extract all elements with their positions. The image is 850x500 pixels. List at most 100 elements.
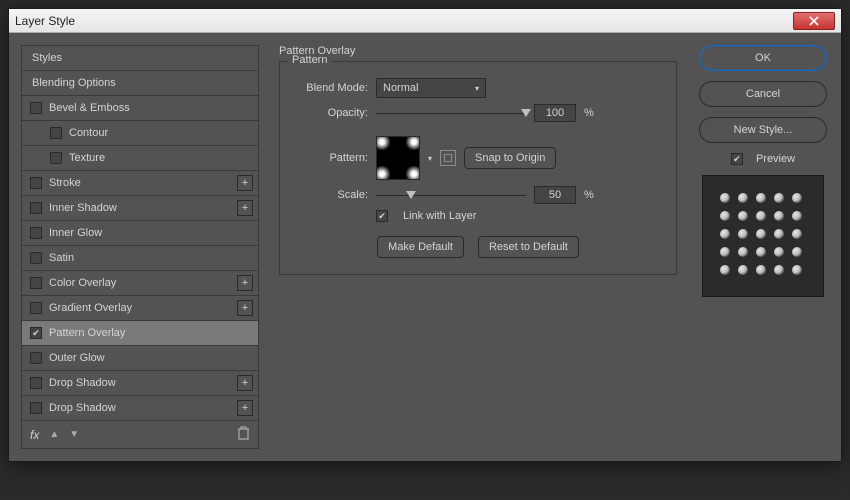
- checkbox[interactable]: [50, 127, 62, 139]
- close-button[interactable]: [793, 12, 835, 30]
- effect-outer-glow[interactable]: Outer Glow: [22, 346, 258, 371]
- effect-label: Drop Shadow: [49, 377, 116, 389]
- checkbox[interactable]: [30, 327, 42, 339]
- preview-checkbox[interactable]: [731, 153, 743, 165]
- move-up-icon[interactable]: ▲: [49, 429, 59, 440]
- effect-label: Drop Shadow: [49, 402, 116, 414]
- create-pattern-icon[interactable]: [440, 150, 456, 166]
- checkbox[interactable]: [30, 252, 42, 264]
- scale-label: Scale:: [292, 189, 368, 201]
- preview-label: Preview: [756, 153, 795, 165]
- dialog-title: Layer Style: [15, 14, 793, 28]
- opacity-unit: %: [584, 107, 594, 119]
- preview-toggle[interactable]: Preview: [731, 153, 795, 165]
- effect-contour[interactable]: Contour: [22, 121, 258, 146]
- blend-mode-label: Blend Mode:: [292, 82, 368, 94]
- panel-title: Pattern Overlay: [279, 45, 677, 57]
- group-legend: Pattern: [288, 54, 331, 66]
- trash-icon[interactable]: [237, 426, 250, 443]
- checkbox[interactable]: [30, 302, 42, 314]
- link-checkbox[interactable]: [376, 210, 388, 222]
- add-effect-icon[interactable]: [237, 200, 253, 216]
- checkbox[interactable]: [30, 177, 42, 189]
- styles-header[interactable]: Styles: [22, 46, 258, 71]
- blending-options-header[interactable]: Blending Options: [22, 71, 258, 96]
- preview-pattern: [720, 193, 806, 279]
- effect-bevel-emboss[interactable]: Bevel & Emboss: [22, 96, 258, 121]
- checkbox[interactable]: [30, 202, 42, 214]
- ok-button[interactable]: OK: [699, 45, 827, 71]
- add-effect-icon[interactable]: [237, 300, 253, 316]
- layer-style-dialog: Layer Style Styles Blending Options Beve…: [8, 8, 842, 462]
- effect-label: Stroke: [49, 177, 81, 189]
- checkbox[interactable]: [30, 102, 42, 114]
- style-list: Styles Blending Options Bevel & Emboss C…: [21, 45, 259, 449]
- scale-input[interactable]: [534, 186, 576, 204]
- make-default-button[interactable]: Make Default: [377, 236, 464, 258]
- checkbox[interactable]: [30, 402, 42, 414]
- checkbox[interactable]: [30, 277, 42, 289]
- chevron-down-icon: ▾: [475, 84, 479, 93]
- effect-label: Satin: [49, 252, 74, 264]
- scale-unit: %: [584, 189, 594, 201]
- link-label: Link with Layer: [403, 210, 476, 222]
- effect-label: Pattern Overlay: [49, 327, 125, 339]
- effect-texture[interactable]: Texture: [22, 146, 258, 171]
- pattern-group: Pattern Blend Mode: Normal ▾ Opacity: % …: [279, 61, 677, 275]
- scale-slider[interactable]: [376, 188, 526, 202]
- opacity-label: Opacity:: [292, 107, 368, 119]
- opacity-input[interactable]: [534, 104, 576, 122]
- add-effect-icon[interactable]: [237, 175, 253, 191]
- checkbox[interactable]: [30, 352, 42, 364]
- blend-mode-select[interactable]: Normal ▾: [376, 78, 486, 98]
- pattern-label: Pattern:: [292, 152, 368, 164]
- snap-to-origin-button[interactable]: Snap to Origin: [464, 147, 556, 169]
- fx-menu[interactable]: fx: [30, 428, 39, 442]
- style-list-footer: fx ▲ ▼: [22, 421, 258, 448]
- blend-mode-row: Blend Mode: Normal ▾: [292, 78, 664, 98]
- effect-stroke[interactable]: Stroke: [22, 171, 258, 196]
- effect-drop-shadow[interactable]: Drop Shadow: [22, 371, 258, 396]
- effect-label: Contour: [69, 127, 108, 139]
- link-row: Link with Layer: [292, 210, 664, 222]
- add-effect-icon[interactable]: [237, 275, 253, 291]
- close-icon: [809, 16, 819, 26]
- style-list-column: Styles Blending Options Bevel & Emboss C…: [21, 45, 259, 449]
- checkbox[interactable]: [30, 227, 42, 239]
- effect-label: Texture: [69, 152, 105, 164]
- effect-pattern-overlay[interactable]: Pattern Overlay: [22, 321, 258, 346]
- checkbox[interactable]: [50, 152, 62, 164]
- blend-mode-value: Normal: [383, 82, 418, 94]
- effect-satin[interactable]: Satin: [22, 246, 258, 271]
- settings-panel: Pattern Overlay Pattern Blend Mode: Norm…: [271, 45, 685, 449]
- cancel-button[interactable]: Cancel: [699, 81, 827, 107]
- add-effect-icon[interactable]: [237, 400, 253, 416]
- effect-label: Inner Glow: [49, 227, 102, 239]
- pattern-picker-icon[interactable]: ▾: [428, 154, 432, 163]
- effect-label: Color Overlay: [49, 277, 116, 289]
- effect-label: Bevel & Emboss: [49, 102, 130, 114]
- scale-row: Scale: %: [292, 186, 664, 204]
- dialog-body: Styles Blending Options Bevel & Emboss C…: [9, 33, 841, 461]
- move-down-icon[interactable]: ▼: [69, 429, 79, 440]
- pattern-swatch[interactable]: [376, 136, 420, 180]
- add-effect-icon[interactable]: [237, 375, 253, 391]
- opacity-row: Opacity: %: [292, 104, 664, 122]
- opacity-slider[interactable]: [376, 106, 526, 120]
- effect-label: Outer Glow: [49, 352, 105, 364]
- effect-label: Inner Shadow: [49, 202, 117, 214]
- titlebar[interactable]: Layer Style: [9, 9, 841, 33]
- default-buttons-row: Make Default Reset to Default: [292, 236, 664, 258]
- effect-gradient-overlay[interactable]: Gradient Overlay: [22, 296, 258, 321]
- effect-inner-glow[interactable]: Inner Glow: [22, 221, 258, 246]
- pattern-row: Pattern: ▾ Snap to Origin: [292, 136, 664, 180]
- effect-label: Gradient Overlay: [49, 302, 132, 314]
- effect-drop-shadow-2[interactable]: Drop Shadow: [22, 396, 258, 421]
- effect-color-overlay[interactable]: Color Overlay: [22, 271, 258, 296]
- effect-inner-shadow[interactable]: Inner Shadow: [22, 196, 258, 221]
- preview-thumbnail: [702, 175, 824, 297]
- checkbox[interactable]: [30, 377, 42, 389]
- action-column: OK Cancel New Style... Preview: [697, 45, 829, 449]
- new-style-button[interactable]: New Style...: [699, 117, 827, 143]
- reset-default-button[interactable]: Reset to Default: [478, 236, 579, 258]
